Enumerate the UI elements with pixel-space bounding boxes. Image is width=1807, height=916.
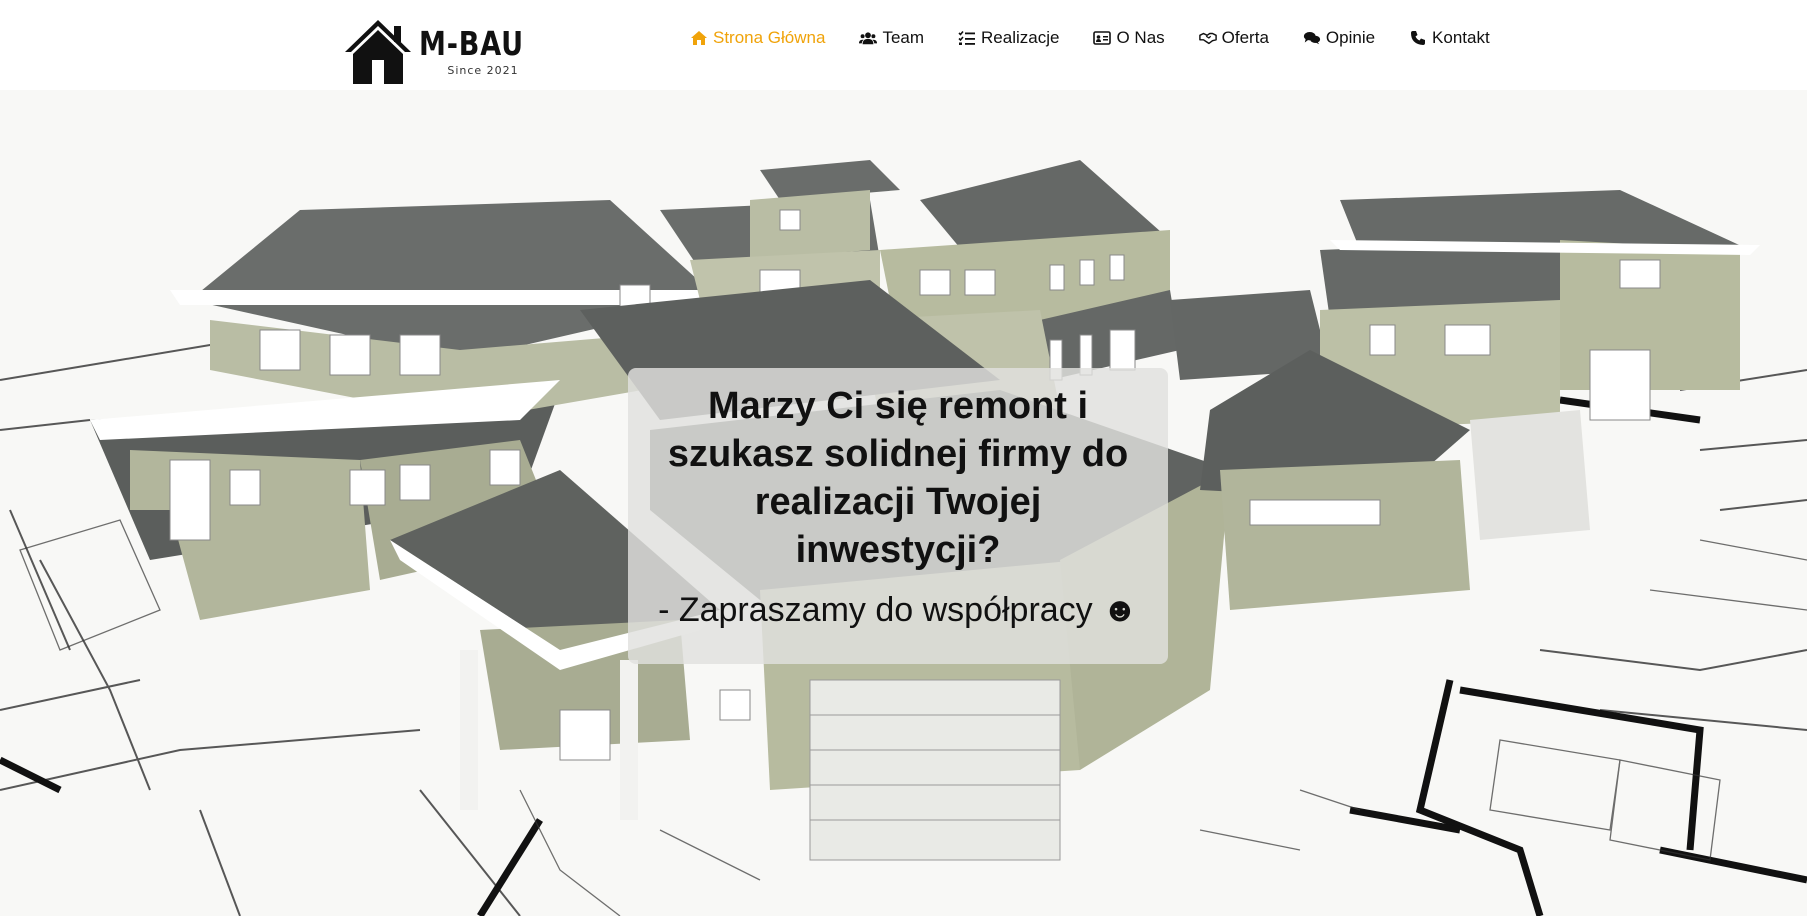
id-card-icon [1093,30,1112,46]
logo-name: M-BAU [419,23,524,63]
nav-item-home[interactable]: Strona Główna [690,28,825,48]
house-logo-icon [345,20,411,84]
comments-icon [1303,30,1321,46]
phone-icon [1409,30,1427,46]
home-icon [690,30,708,46]
logo-since: Since 2021 [447,63,519,77]
nav-item-label: Realizacje [981,28,1060,47]
hero-subtitle: - Zapraszamy do współpracy ☻ [658,591,1138,629]
hero-title: Marzy Ci się remont i szukasz solidnej f… [667,385,1129,571]
users-icon [859,30,878,46]
nav-item-o-nas[interactable]: O Nas [1093,28,1165,48]
main-nav: Strona Główna Team Realizacje O Nas Ofer… [690,26,1490,50]
nav-item-label: Oferta [1221,28,1269,47]
nav-item-label: Team [882,28,925,47]
nav-item-kontakt[interactable]: Kontakt [1409,28,1490,48]
nav-item-oferta[interactable]: Oferta [1198,28,1269,48]
nav-item-label: Kontakt [1432,28,1490,47]
nav-item-label: Opinie [1325,28,1376,47]
handshake-icon [1198,30,1217,46]
nav-item-team[interactable]: Team [859,28,924,48]
logo[interactable]: M-BAU Since 2021 [343,16,581,86]
nav-item-label: Strona Główna [713,28,826,47]
nav-item-opinie[interactable]: Opinie [1303,28,1375,48]
hero-text-box: Marzy Ci się remont i szukasz solidnej f… [628,368,1168,664]
list-check-icon [958,30,976,46]
nav-item-realizacje[interactable]: Realizacje [958,28,1059,48]
hero-section: Marzy Ci się remont i szukasz solidnej f… [0,90,1807,916]
site-header: M-BAU Since 2021 Strona Główna Team Real… [0,0,1807,90]
nav-item-label: O Nas [1116,28,1165,47]
